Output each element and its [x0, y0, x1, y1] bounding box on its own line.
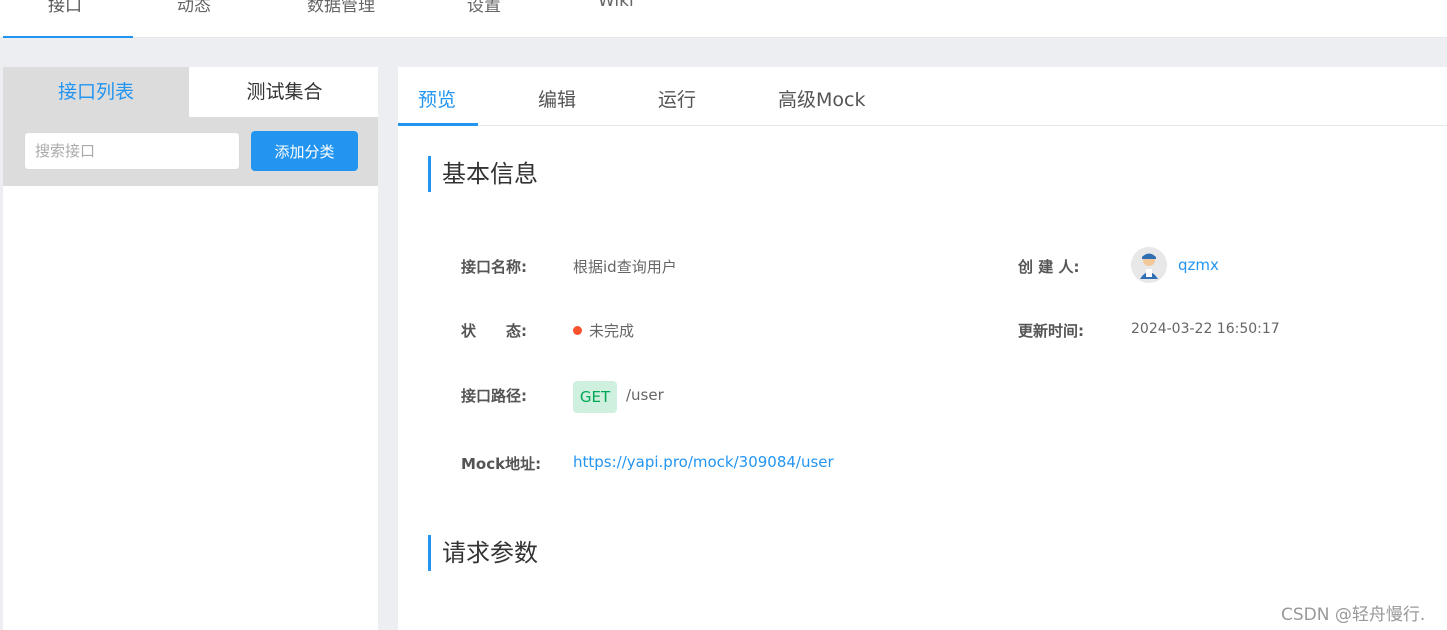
interface-detail-panel: 预览 编辑 运行 高级Mock 基本信息 接口名称: 根据id查询用户 创 建 …: [398, 67, 1447, 630]
creator-name-link[interactable]: qzmx: [1178, 256, 1219, 274]
add-category-button[interactable]: 添加分类: [251, 131, 358, 171]
mock-address-link[interactable]: https://yapi.pro/mock/309084/user: [573, 453, 834, 471]
section-title-basic-info: 基本信息: [428, 156, 538, 192]
interface-sidebar: 接口列表 测试集合 添加分类: [3, 67, 378, 630]
nav-tab-interface[interactable]: 接口: [48, 0, 82, 16]
nav-tab-activity[interactable]: 动态: [177, 0, 211, 16]
interface-name-label: 接口名称:: [461, 258, 527, 276]
http-method-badge: GET: [573, 381, 617, 413]
updated-time-label: 更新时间:: [1018, 322, 1084, 340]
status-label: 状 态:: [461, 322, 527, 340]
detail-active-indicator: [398, 123, 478, 126]
mock-address-label: Mock地址:: [461, 455, 542, 473]
nav-tab-wiki[interactable]: Wiki: [598, 0, 634, 13]
section-title-request-params: 请求参数: [428, 535, 538, 571]
interface-tree: [3, 186, 378, 630]
nav-tab-settings[interactable]: 设置: [467, 0, 501, 16]
nav-active-indicator: [3, 36, 133, 38]
tab-edit[interactable]: 编辑: [538, 85, 576, 112]
tab-run[interactable]: 运行: [658, 85, 696, 112]
top-navigation: 接口 动态 数据管理 设置 Wiki: [0, 0, 1447, 38]
tab-interface-list[interactable]: 接口列表: [3, 67, 189, 117]
interface-path-label: 接口路径:: [461, 387, 527, 405]
sidebar-toolbar: 添加分类: [3, 117, 378, 186]
watermark: CSDN @轻舟慢行.: [1281, 605, 1426, 625]
sidebar-tabs: 接口列表 测试集合: [3, 67, 378, 117]
tab-advanced-mock[interactable]: 高级Mock: [778, 85, 865, 112]
tab-preview[interactable]: 预览: [418, 85, 456, 112]
updated-time-value: 2024-03-22 16:50:17: [1131, 321, 1280, 337]
interface-name-value: 根据id查询用户: [573, 258, 677, 276]
interface-path-value: /user: [626, 386, 664, 404]
tab-test-collection[interactable]: 测试集合: [191, 67, 378, 117]
nav-tab-data-management[interactable]: 数据管理: [307, 0, 375, 16]
avatar-icon: [1131, 247, 1167, 283]
creator-avatar[interactable]: [1131, 247, 1167, 283]
status-value: 未完成: [589, 322, 635, 340]
detail-tabs: 预览 编辑 运行 高级Mock: [398, 67, 1447, 126]
creator-label: 创 建 人:: [1018, 258, 1080, 276]
search-interface-input[interactable]: [24, 132, 240, 170]
status-incomplete-dot: [573, 326, 582, 335]
